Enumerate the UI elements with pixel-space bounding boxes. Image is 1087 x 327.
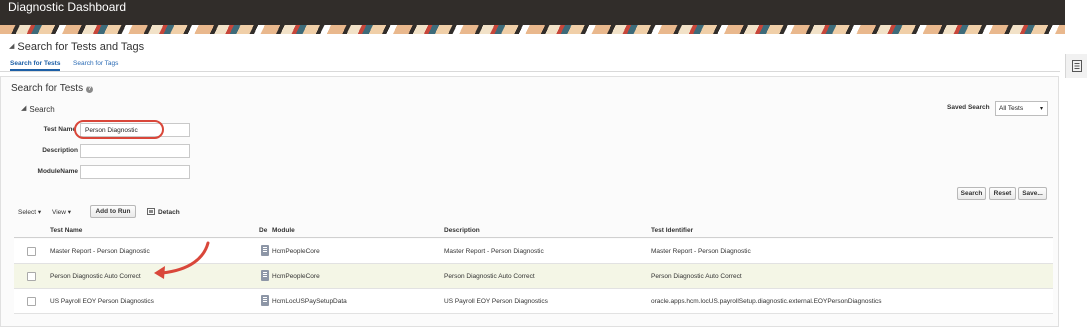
detach-label: Detach	[158, 209, 180, 216]
module-cell: HcmLocUSPaySetupData	[272, 298, 347, 305]
description-label: Description	[42, 147, 78, 154]
row-checkbox[interactable]	[27, 272, 36, 281]
collapse-triangle-icon[interactable]: ◢	[9, 42, 14, 50]
table-header: Test Name De Module Description Test Ide…	[14, 222, 1053, 238]
select-menu[interactable]: Select ▾	[18, 208, 41, 216]
saved-search-select[interactable]: All Tests ▾	[995, 101, 1048, 116]
app-header: Diagnostic Dashboard	[0, 0, 1065, 34]
collapse-triangle-icon[interactable]: ◢	[21, 104, 26, 112]
view-menu-label: View	[52, 209, 66, 216]
detach-button[interactable]: Detach	[147, 208, 180, 216]
table-row[interactable]: US Payroll EOY Person Diagnostics HcmLoc…	[14, 289, 1053, 314]
module-cell: HcmPeopleCore	[272, 248, 320, 255]
reset-button[interactable]: Reset	[989, 187, 1016, 200]
help-icon[interactable]: ?	[86, 86, 94, 93]
view-menu[interactable]: View ▾	[52, 208, 71, 216]
tab-bar: Search for Tests Search for Tags	[0, 59, 1060, 72]
module-name-field[interactable]	[80, 165, 190, 179]
document-list-icon	[1072, 60, 1082, 72]
module-icon	[261, 295, 269, 306]
save-button[interactable]: Save...	[1018, 187, 1047, 200]
test-name-cell: US Payroll EOY Person Diagnostics	[50, 298, 154, 305]
saved-search-value: All Tests	[999, 105, 1024, 112]
search-section-label: Search	[29, 105, 55, 114]
test-identifier-cell: oracle.apps.hcm.locUS.payrollSetup.diagn…	[651, 298, 882, 305]
page-title[interactable]: ◢ Search for Tests and Tags	[9, 41, 144, 53]
detach-icon	[147, 208, 155, 215]
description-field[interactable]	[80, 144, 190, 158]
header-banner	[0, 25, 1065, 34]
description-cell: US Payroll EOY Person Diagnostics	[444, 298, 548, 305]
app-title: Diagnostic Dashboard	[8, 0, 127, 14]
row-checkbox[interactable]	[27, 247, 36, 256]
column-header-module[interactable]: Module	[272, 227, 295, 234]
test-name-cell: Master Report - Person Diagnostic	[50, 248, 150, 255]
chevron-down-icon: ▾	[1039, 106, 1043, 112]
add-to-run-button[interactable]: Add to Run	[90, 205, 136, 218]
row-checkbox[interactable]	[27, 297, 36, 306]
column-header-de[interactable]: De	[259, 227, 267, 234]
page-title-text: Search for Tests and Tags	[17, 41, 145, 53]
search-button[interactable]: Search	[957, 187, 986, 200]
test-name-cell: Person Diagnostic Auto Correct	[50, 273, 141, 280]
module-icon	[261, 245, 269, 256]
chevron-down-icon: ▾	[37, 209, 42, 216]
description-cell: Master Report - Person Diagnostic	[444, 248, 544, 255]
column-header-test-name[interactable]: Test Name	[50, 227, 82, 234]
module-name-label: ModuleName	[37, 168, 78, 175]
side-panel-tab[interactable]	[1065, 54, 1087, 78]
test-identifier-cell: Master Report - Person Diagnostic	[651, 248, 751, 255]
panel-title: Search for Tests?	[11, 83, 94, 94]
test-name-label: Test Name	[43, 126, 76, 133]
description-cell: Person Diagnostic Auto Correct	[444, 273, 535, 280]
annotation-highlight-oval	[74, 120, 164, 139]
annotation-arrow-icon	[154, 241, 210, 279]
tab-search-for-tests[interactable]: Search for Tests	[10, 60, 61, 71]
panel-title-text: Search for Tests	[11, 83, 84, 94]
test-identifier-cell: Person Diagnostic Auto Correct	[651, 273, 742, 280]
saved-search-label: Saved Search	[947, 104, 990, 111]
chevron-down-icon: ▾	[67, 209, 72, 216]
column-header-description[interactable]: Description	[444, 227, 480, 234]
column-header-test-identifier[interactable]: Test Identifier	[651, 227, 693, 234]
module-cell: HcmPeopleCore	[272, 273, 320, 280]
search-section-header[interactable]: ◢ Search	[21, 104, 55, 114]
select-menu-label: Select	[18, 209, 37, 216]
tab-search-for-tags[interactable]: Search for Tags	[73, 60, 118, 67]
module-icon	[261, 270, 269, 281]
